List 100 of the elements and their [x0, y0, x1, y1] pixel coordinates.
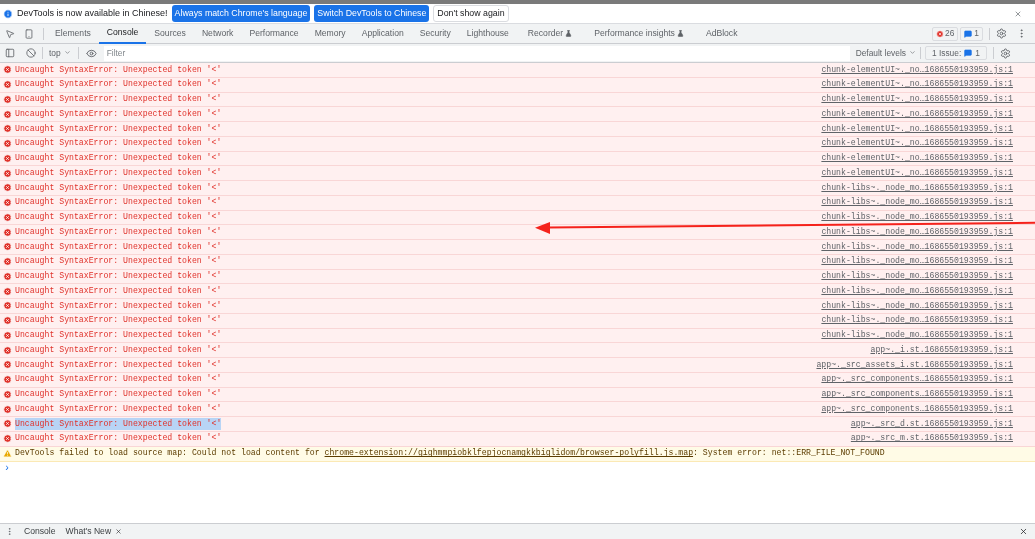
source-link[interactable]: chunk-libs~._node_mo…1686550193959.js:1: [821, 284, 1013, 298]
error-message: Uncaught SyntaxError: Unexpected token '<': [15, 63, 222, 76]
source-link[interactable]: chunk-elementUI~._no…1686550193959.js:1: [821, 152, 1013, 165]
error-icon: [3, 389, 12, 399]
error-message: Uncaught SyntaxError: Unexpected token '<': [15, 270, 222, 283]
error-message: Uncaught SyntaxError: Unexpected token '<': [15, 284, 222, 297]
sidebar-toggle-icon[interactable]: [5, 48, 15, 58]
source-link[interactable]: app~._src_assets_i.st.1686550193959.js:1: [816, 358, 1013, 371]
error-icon: [3, 360, 12, 370]
error-message: Uncaught SyntaxError: Unexpected token '<': [15, 358, 222, 371]
error-icon: [3, 301, 12, 311]
message-counter[interactable]: 1: [960, 26, 983, 41]
source-link[interactable]: chunk-elementUI~._no…1686550193959.js:1: [821, 78, 1013, 91]
panel-tab[interactable]: Sources: [146, 23, 194, 44]
console-settings-icon[interactable]: [999, 47, 1011, 59]
error-icon: [3, 286, 12, 296]
error-icon: [3, 345, 12, 355]
source-link[interactable]: chunk-elementUI~._no…1686550193959.js:1: [821, 93, 1013, 106]
error-message: Uncaught SyntaxError: Unexpected token '<': [15, 78, 222, 91]
error-icon: [3, 109, 12, 119]
language-button[interactable]: Always match Chrome's language: [171, 5, 311, 22]
panel-tab[interactable]: Lighthouse: [458, 23, 517, 44]
source-link[interactable]: app~._src_d.st.1686550193959.js:1: [850, 417, 1013, 430]
source-link[interactable]: app~._src_components…1686550193959.js:1: [821, 388, 1013, 401]
inspect-icon[interactable]: [5, 28, 15, 39]
error-message: Uncaught SyntaxError: Unexpected token '<': [15, 211, 222, 224]
console-prompt[interactable]: ›: [4, 461, 10, 476]
panel-tab[interactable]: Security: [411, 23, 459, 44]
language-button[interactable]: Switch DevTools to Chinese: [314, 5, 430, 22]
dismiss-button[interactable]: Don't show again: [433, 5, 509, 22]
error-icon: [3, 153, 12, 163]
caret-icon: [908, 49, 916, 57]
panel-tab[interactable]: AdBlock: [694, 23, 749, 44]
source-link[interactable]: chunk-elementUI~._no…1686550193959.js:1: [821, 166, 1013, 180]
error-message: Uncaught SyntaxError: Unexpected token '<': [15, 93, 222, 106]
source-link[interactable]: chunk-libs~._node_mo…1686550193959.js:1: [821, 314, 1013, 327]
device-toolbar-icon[interactable]: [24, 28, 34, 39]
error-message: Uncaught SyntaxError: Unexpected token '<': [15, 314, 222, 327]
error-icon: [936, 29, 944, 38]
error-icon: [3, 168, 12, 178]
panel-tab[interactable]: Recorder: [516, 23, 584, 44]
panel-tab[interactable]: Application: [353, 23, 412, 44]
message-icon: [964, 49, 973, 57]
error-icon: [3, 80, 12, 90]
error-message: Uncaught SyntaxError: Unexpected token '<': [15, 196, 222, 209]
error-icon: [3, 271, 12, 281]
source-link[interactable]: chunk-elementUI~._no…1686550193959.js:1: [821, 137, 1013, 150]
source-link[interactable]: app~._src_components…1686550193959.js:1: [821, 373, 1013, 386]
error-icon: [3, 419, 12, 429]
error-icon: [3, 139, 12, 149]
source-link[interactable]: chunk-libs~._node_mo…1686550193959.js:1: [821, 225, 1013, 239]
error-icon: [3, 124, 12, 134]
drawer-tab[interactable]: Console: [24, 525, 56, 538]
log-levels-dropdown[interactable]: Default levels: [855, 46, 916, 60]
clear-console-icon[interactable]: [26, 48, 36, 58]
error-message: Uncaught SyntaxError: Unexpected token '<': [15, 255, 222, 268]
error-message: Uncaught SyntaxError: Unexpected token '<': [15, 137, 222, 150]
context-selector[interactable]: top: [49, 46, 71, 60]
error-message: Uncaught SyntaxError: Unexpected token '<': [15, 152, 222, 165]
source-link[interactable]: app~._i.st.1686550193959.js:1: [870, 343, 1013, 357]
source-link[interactable]: chunk-libs~._node_mo…1686550193959.js:1: [821, 329, 1013, 342]
error-message: Uncaught SyntaxError: Unexpected token '<': [15, 329, 222, 342]
close-icon[interactable]: [115, 528, 123, 535]
info-message: DevTools is now available in Chinese!: [17, 6, 168, 20]
source-link[interactable]: chunk-elementUI~._no…1686550193959.js:1: [821, 63, 1013, 76]
more-icon[interactable]: [5, 527, 14, 536]
drawer-tab[interactable]: What's New: [65, 525, 123, 538]
filter-field[interactable]: Filter: [103, 45, 850, 61]
close-drawer-icon[interactable]: [1019, 527, 1028, 536]
error-icon: [3, 227, 12, 237]
error-icon: [3, 316, 12, 326]
source-link[interactable]: chunk-libs~._node_mo…1686550193959.js:1: [821, 196, 1013, 209]
source-link[interactable]: app~._src_m.st.1686550193959.js:1: [850, 432, 1013, 445]
panel-tab[interactable]: Memory: [306, 23, 354, 44]
source-link[interactable]: chunk-elementUI~._no…1686550193959.js:1: [821, 107, 1013, 121]
error-message: Uncaught SyntaxError: Unexpected token '<': [15, 388, 222, 401]
source-link[interactable]: chunk-libs~._node_mo…1686550193959.js:1: [821, 181, 1013, 194]
error-icon: [3, 257, 12, 267]
panel-tab[interactable]: Performance insights: [583, 23, 695, 44]
error-icon: [3, 434, 12, 444]
source-link[interactable]: chunk-libs~._node_mo…1686550193959.js:1: [821, 255, 1013, 268]
error-message: Uncaught SyntaxError: Unexpected token '<': [15, 402, 222, 415]
source-link[interactable]: app~._src_components…1686550193959.js:1: [821, 402, 1013, 416]
error-message: Uncaught SyntaxError: Unexpected token '<': [15, 122, 222, 135]
error-icon: [3, 404, 12, 414]
settings-icon[interactable]: [996, 28, 1007, 39]
source-link[interactable]: chunk-libs~._node_mo…1686550193959.js:1: [821, 211, 1013, 224]
source-link[interactable]: chunk-elementUI~._no…1686550193959.js:1: [821, 122, 1013, 135]
live-expression-icon[interactable]: [85, 47, 97, 59]
close-icon[interactable]: [1014, 9, 1022, 18]
experiment-icon: [676, 30, 684, 37]
source-link[interactable]: chunk-libs~._node_mo…1686550193959.js:1: [821, 240, 1013, 253]
source-link[interactable]: chunk-libs~._node_mo…1686550193959.js:1: [821, 270, 1013, 283]
source-link[interactable]: chunk-libs~._node_mo…1686550193959.js:1: [821, 299, 1013, 312]
panel-tab[interactable]: Network: [193, 23, 242, 44]
error-counter[interactable]: 26: [932, 26, 959, 41]
issues-button[interactable]: 1 Issue: 1: [924, 46, 987, 60]
panel-tab[interactable]: Performance: [241, 23, 307, 44]
panel-tab[interactable]: Elements: [47, 23, 99, 44]
error-icon: [3, 183, 12, 193]
